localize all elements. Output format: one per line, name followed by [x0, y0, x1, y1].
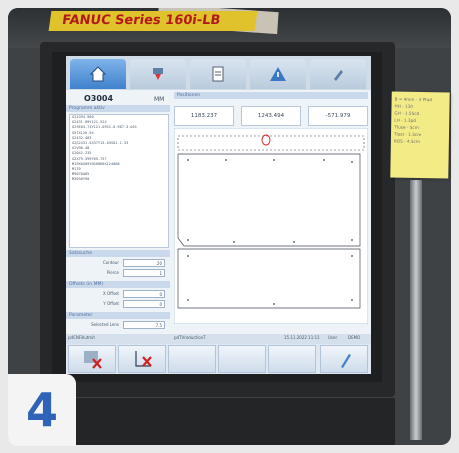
softkey-pen[interactable]: [320, 345, 368, 373]
x-offset-field: X Offset 0: [69, 290, 167, 299]
brand-label: FANUC Series 160i-LB: [48, 11, 258, 31]
laser-head-icon: [153, 68, 163, 80]
x-offset-label: X Offset: [102, 291, 119, 296]
step-badge: 4: [8, 374, 76, 446]
coord-z: -571.979: [308, 106, 368, 126]
program-listing[interactable]: G21G94.900 G2431.09Y121.524 G23E03.73Y12…: [69, 114, 169, 248]
status-date: 15.11.2022 11:11: [284, 335, 320, 340]
status-left: pdCNFillutmit: [68, 335, 95, 340]
sticky-note: B = 4mm - 3 Pfad HH - 130 GH - 1.55cd LH…: [390, 91, 450, 179]
tool-icon: [334, 70, 343, 81]
softkey-program-delete[interactable]: [68, 345, 116, 373]
side-pipe: [410, 180, 422, 440]
lens-label: Selected Lens: [91, 322, 119, 327]
softkey-3[interactable]: [168, 345, 216, 373]
softkey-axis-delete[interactable]: [118, 345, 166, 373]
home-icon: [89, 66, 107, 82]
section-params: Parameter: [66, 312, 170, 319]
pierce-input[interactable]: 1: [123, 269, 165, 277]
section-program: Programm aktiv: [66, 105, 170, 112]
pierce-field: Pierce 1: [69, 269, 167, 278]
contour-input[interactable]: 20: [123, 259, 165, 267]
tab-laser[interactable]: [130, 59, 186, 89]
clipboard-icon: [212, 66, 224, 82]
softkey-bar: [66, 344, 371, 374]
status-bar: pdCNFillutmit pdTVreductionT 15.11.2022 …: [66, 334, 371, 344]
cancel-axis-icon: [135, 351, 152, 367]
note-line: ROS - 4.5cm: [393, 138, 421, 144]
status-user: User: [328, 335, 338, 340]
section-sequence: Satzsuche: [66, 250, 170, 257]
tab-clipboard[interactable]: [190, 59, 246, 89]
lower-panel: [40, 398, 395, 445]
lens-input[interactable]: 7.5: [123, 321, 165, 329]
step-number: 4: [25, 383, 58, 437]
x-offset-input[interactable]: 0: [123, 290, 165, 298]
tab-tool[interactable]: [310, 59, 366, 89]
tab-warning[interactable]: [250, 59, 306, 89]
softkey-4[interactable]: [218, 345, 266, 373]
y-offset-field: Y Offset 0: [69, 300, 167, 309]
program-line: M3030Y90: [72, 177, 90, 182]
warning-icon: [270, 67, 286, 81]
status-mode: DEMO: [348, 335, 361, 340]
cnc-screen: O3004 MM Programm aktiv G21G94.900 G2431…: [66, 56, 371, 374]
pen-icon: [341, 354, 351, 368]
contour-label: Contour: [103, 260, 119, 265]
coord-y: 1243.494: [241, 106, 301, 126]
coordinate-display: 1183.237 1243.494 -571.979: [174, 106, 368, 126]
tab-home[interactable]: [70, 59, 126, 89]
y-offset-input[interactable]: 0: [123, 300, 165, 308]
units-label: MM: [154, 96, 165, 103]
section-offsets: Offsets (in MM): [66, 281, 170, 288]
program-number: O3004: [84, 94, 114, 103]
contour-field: Contour 20: [69, 259, 167, 268]
left-pane: O3004 MM Programm aktiv G21G94.900 G2431…: [66, 92, 170, 332]
lens-field: Selected Lens 7.5: [69, 321, 167, 330]
section-position: Positionen: [174, 92, 368, 99]
cancel-icon: [84, 351, 102, 369]
coord-x: 1183.237: [174, 106, 234, 126]
y-offset-label: Y Offset: [103, 301, 119, 306]
status-mid: pdTVreductionT: [174, 335, 206, 340]
pierce-label: Pierce: [106, 270, 119, 275]
tab-bar: [66, 56, 371, 90]
part-plot[interactable]: [174, 128, 368, 324]
softkey-5[interactable]: [268, 345, 316, 373]
